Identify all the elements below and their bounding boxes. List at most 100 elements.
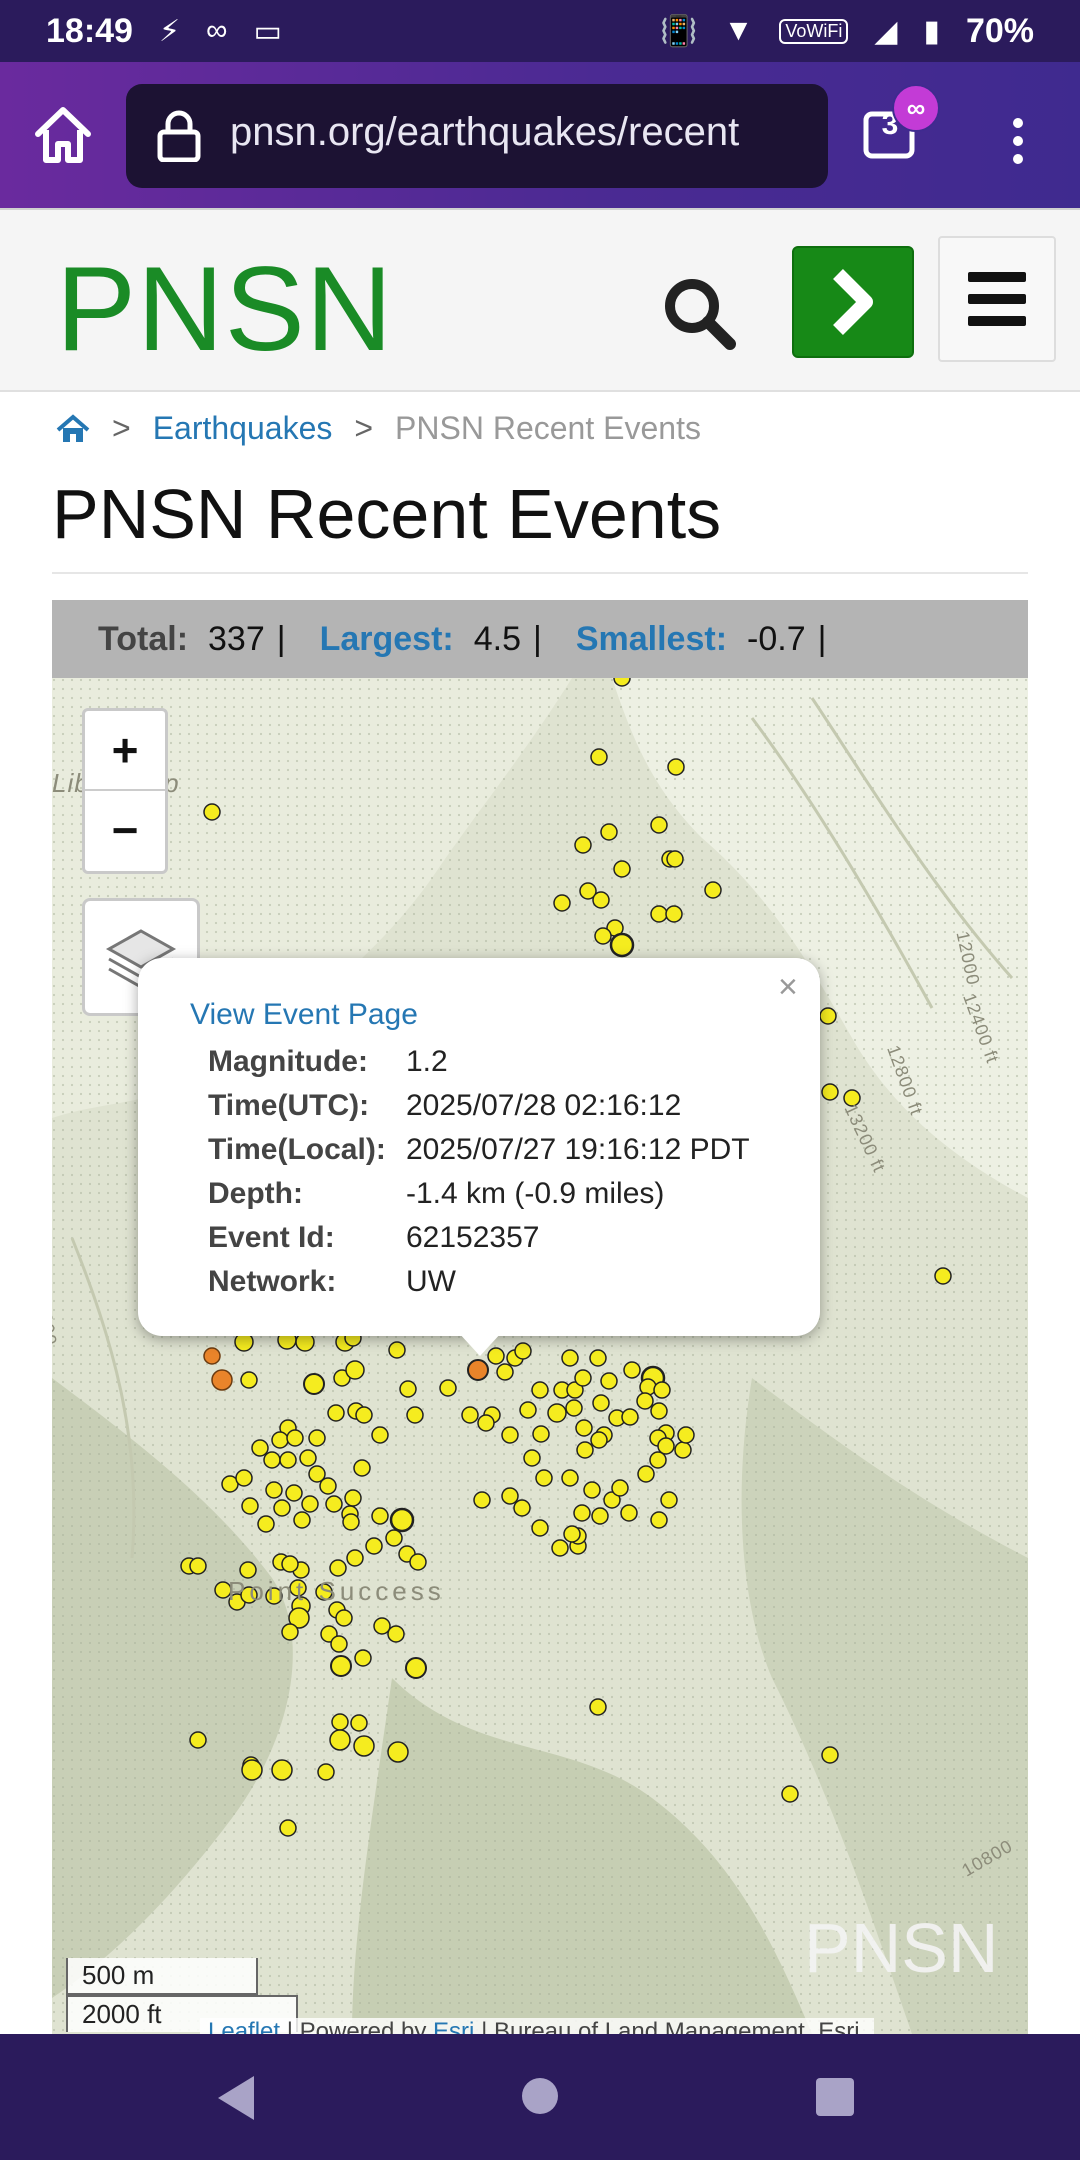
earthquake-marker[interactable] <box>331 1713 349 1731</box>
earthquake-marker[interactable] <box>211 1369 233 1391</box>
earthquake-marker[interactable] <box>330 1635 348 1653</box>
earthquake-marker[interactable] <box>279 1451 297 1469</box>
earthquake-marker[interactable] <box>279 1819 297 1837</box>
earthquake-marker[interactable] <box>781 1785 799 1803</box>
breadcrumb-earthquakes[interactable]: Earthquakes <box>153 410 333 447</box>
earthquake-marker[interactable] <box>592 1394 610 1412</box>
earthquake-marker[interactable] <box>477 1414 495 1432</box>
earthquake-map[interactable]: Libby Gap Point Success 12000 12400 ft 1… <box>52 678 1028 2034</box>
earthquake-marker[interactable] <box>308 1429 326 1447</box>
address-bar[interactable]: pnsn.org/earthquakes/recent <box>126 84 828 188</box>
earthquake-marker[interactable] <box>666 850 684 868</box>
zoom-out-button[interactable]: − <box>85 791 165 869</box>
earthquake-marker[interactable] <box>342 1513 360 1531</box>
earthquake-marker[interactable] <box>639 1378 657 1396</box>
earthquake-marker[interactable] <box>621 1408 639 1426</box>
earthquake-marker[interactable] <box>496 1363 514 1381</box>
earthquake-marker[interactable] <box>388 1341 406 1359</box>
earthquake-marker[interactable] <box>387 1625 405 1643</box>
earthquake-marker[interactable] <box>553 894 571 912</box>
earthquake-marker[interactable] <box>600 823 618 841</box>
earthquake-marker[interactable] <box>501 1487 519 1505</box>
earthquake-marker[interactable] <box>583 1481 601 1499</box>
earthquake-marker[interactable] <box>439 1379 457 1397</box>
site-logo[interactable]: PNSN <box>56 240 393 378</box>
earthquake-marker[interactable] <box>387 1741 409 1763</box>
earthquake-marker[interactable] <box>674 1441 692 1459</box>
earthquake-marker[interactable] <box>285 1484 303 1502</box>
earthquake-marker[interactable] <box>535 1469 553 1487</box>
earthquake-marker[interactable] <box>523 1449 541 1467</box>
earthquake-marker[interactable] <box>501 1426 519 1444</box>
earthquake-marker[interactable] <box>353 1735 375 1757</box>
home-button[interactable] <box>30 102 96 168</box>
earthquake-marker[interactable] <box>657 1437 675 1455</box>
earthquake-marker[interactable] <box>650 1402 668 1420</box>
earthquake-marker[interactable] <box>271 1759 293 1781</box>
earthquake-marker[interactable] <box>600 1372 618 1390</box>
hamburger-menu-button[interactable] <box>938 236 1056 362</box>
earthquake-marker[interactable] <box>590 748 608 766</box>
earthquake-marker[interactable] <box>346 1549 364 1567</box>
earthquake-marker[interactable] <box>609 932 635 958</box>
earthquake-marker[interactable] <box>819 1007 837 1025</box>
earthquake-marker[interactable] <box>473 1491 491 1509</box>
earthquake-marker[interactable] <box>667 758 685 776</box>
earthquake-marker[interactable] <box>531 1519 549 1537</box>
earthquake-markers[interactable] <box>52 678 1028 2034</box>
earthquake-marker[interactable] <box>551 1539 569 1557</box>
earthquake-marker[interactable] <box>573 1504 591 1522</box>
earthquake-marker[interactable] <box>303 1373 325 1395</box>
earthquake-marker[interactable] <box>590 1431 608 1449</box>
earthquake-marker[interactable] <box>665 905 683 923</box>
earthquake-marker[interactable] <box>405 1657 427 1679</box>
go-button[interactable] <box>792 246 914 358</box>
earthquake-marker[interactable] <box>319 1477 337 1495</box>
earthquake-marker[interactable] <box>660 1491 678 1509</box>
earthquake-marker[interactable] <box>563 1525 581 1543</box>
earthquake-marker[interactable] <box>330 1655 352 1677</box>
earthquake-marker[interactable] <box>519 1401 537 1419</box>
earthquake-marker[interactable] <box>365 1537 383 1555</box>
zoom-in-button[interactable]: + <box>85 711 165 791</box>
earthquake-marker[interactable] <box>241 1497 259 1515</box>
earthquake-marker[interactable] <box>611 1479 629 1497</box>
earthquake-marker[interactable] <box>189 1557 207 1575</box>
earthquake-marker[interactable] <box>613 860 631 878</box>
earthquake-marker[interactable] <box>637 1465 655 1483</box>
search-icon[interactable] <box>660 274 740 354</box>
earthquake-marker[interactable] <box>576 1441 594 1459</box>
close-icon[interactable]: × <box>778 968 798 1007</box>
earthquake-marker[interactable] <box>241 1759 263 1781</box>
earthquake-marker[interactable] <box>265 1481 283 1499</box>
earthquake-marker[interactable] <box>281 1623 299 1641</box>
recents-icon[interactable] <box>816 2078 854 2116</box>
back-icon[interactable] <box>218 2076 254 2120</box>
earthquake-marker[interactable] <box>594 927 612 945</box>
earthquake-marker[interactable] <box>575 1419 593 1437</box>
earthquake-marker[interactable] <box>467 1359 489 1381</box>
home-icon[interactable] <box>56 413 90 444</box>
earthquake-marker[interactable] <box>934 1267 952 1285</box>
earthquake-marker[interactable] <box>325 1495 343 1513</box>
earthquake-marker[interactable] <box>613 678 631 687</box>
earthquake-marker[interactable] <box>561 1469 579 1487</box>
earthquake-marker[interactable] <box>461 1406 479 1424</box>
earthquake-marker[interactable] <box>513 1499 531 1517</box>
home-circle-icon[interactable] <box>522 2078 558 2114</box>
earthquake-marker[interactable] <box>650 905 668 923</box>
earthquake-marker[interactable] <box>561 1349 579 1367</box>
earthquake-marker[interactable] <box>620 1504 638 1522</box>
earthquake-marker[interactable] <box>399 1380 417 1398</box>
earthquake-marker[interactable] <box>203 1347 221 1365</box>
earthquake-marker[interactable] <box>235 1469 253 1487</box>
earthquake-marker[interactable] <box>240 1371 258 1389</box>
earthquake-marker[interactable] <box>636 1392 654 1410</box>
earthquake-marker[interactable] <box>189 1731 207 1749</box>
earthquake-marker[interactable] <box>273 1499 291 1517</box>
earthquake-marker[interactable] <box>317 1763 335 1781</box>
earthquake-marker[interactable] <box>589 1349 607 1367</box>
earthquake-marker[interactable] <box>574 1369 592 1387</box>
earthquake-marker[interactable] <box>293 1511 311 1529</box>
earthquake-marker[interactable] <box>281 1555 299 1573</box>
